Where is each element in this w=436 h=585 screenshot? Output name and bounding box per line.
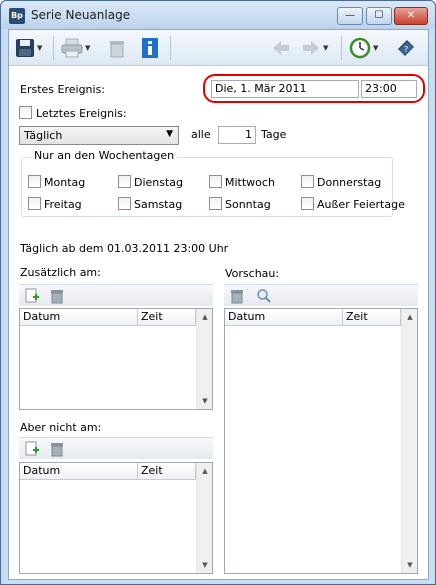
weekday-label: Donnerstag [317,176,382,189]
save-button[interactable]: ▼ [15,36,42,60]
column-header-datum[interactable]: Datum [20,309,138,326]
back-button[interactable] [271,36,291,60]
clock-button[interactable]: ▼ [349,36,378,60]
trash-icon[interactable] [49,441,65,457]
preview-title: Vorschau: [225,267,280,280]
toolbar-separator [53,36,54,60]
toolbar-separator [341,36,342,60]
additional-list[interactable]: Datum Zeit ▲ ▼ [19,308,213,410]
first-event-label: Erstes Ereignis: [20,83,106,96]
floppy-disk-icon [16,39,34,57]
scrollbar[interactable]: ▲ ▼ [196,463,212,573]
weekday-label: Montag [44,176,86,189]
forward-button[interactable]: ▼ [301,36,328,60]
scroll-up-icon[interactable]: ▲ [197,463,213,479]
weekday-label: Mittwoch [225,176,275,189]
delete-button[interactable] [108,36,126,60]
every-value-field[interactable]: 1 [218,126,256,144]
column-header-datum[interactable]: Datum [20,463,138,480]
except-toolbar [19,437,213,459]
clock-icon [349,37,371,59]
printer-icon [61,38,83,58]
toolbar-separator [170,36,171,60]
weekday-label: Dienstag [134,176,184,189]
help-book-icon: ? [398,40,414,56]
title-bar[interactable]: Bp Serie Neuanlage — ☐ ✕ [1,1,435,29]
scroll-up-icon[interactable]: ▲ [402,309,418,325]
print-button[interactable]: ▼ [61,36,90,60]
column-header-zeit[interactable]: Zeit [138,463,196,480]
arrow-left-icon [273,41,289,55]
trash-icon [110,41,124,58]
weekday-checkbox-dienstag[interactable] [118,175,131,188]
dialog-window: Bp Serie Neuanlage — ☐ ✕ ▼ ▼ ▼ ▼ ? Erste… [0,0,436,585]
chevron-down-icon: ▼ [373,44,379,52]
trash-icon[interactable] [229,288,245,304]
scroll-down-icon[interactable]: ▼ [197,557,213,573]
additional-toolbar [19,284,213,306]
weekday-label: Freitag [44,198,82,211]
column-header-datum[interactable]: Datum [225,309,343,326]
svg-text:?: ? [404,45,408,54]
weekday-checkbox-montag[interactable] [28,175,41,188]
weekday-checkbox-mittwoch[interactable] [209,175,222,188]
weekday-label: Sonntag [225,198,271,211]
chevron-down-icon: ▼ [37,44,43,52]
info-icon [142,38,158,58]
weekdays-group-title: Nur an den Wochentagen [31,149,178,162]
minimize-button[interactable]: — [337,7,363,25]
add-document-icon[interactable] [24,441,40,457]
scrollbar[interactable]: ▲ ▼ [196,309,212,409]
weekday-checkbox-freitag[interactable] [28,197,41,210]
toolbar: ▼ ▼ ▼ ▼ ? [9,30,428,66]
chevron-down-icon: ▼ [323,44,329,52]
chevron-down-icon: ▼ [85,44,91,52]
chevron-down-icon: ▼ [166,129,173,139]
additional-title: Zusätzlich am: [20,266,101,279]
unit-label: Tage [261,128,287,141]
preview-list[interactable]: Datum Zeit ▲ ▼ [224,308,418,574]
column-header-zeit[interactable]: Zeit [138,309,196,326]
weekday-checkbox-sonntag[interactable] [209,197,222,210]
highlight-annotation [203,74,425,103]
magnifier-icon[interactable] [256,288,272,304]
weekday-label: Außer Feiertage [317,198,405,211]
close-button[interactable]: ✕ [394,7,428,25]
recurrence-selected: Täglich [24,129,63,142]
weekday-checkbox-samstag[interactable] [118,197,131,210]
weekday-label: Samstag [134,198,183,211]
info-button[interactable] [140,36,160,60]
except-title: Aber nicht am: [20,421,102,434]
recurrence-select[interactable]: Täglich ▼ [19,126,179,145]
scrollbar[interactable]: ▲ ▼ [401,309,417,573]
scroll-down-icon[interactable]: ▼ [197,393,213,409]
column-header-zeit[interactable]: Zeit [343,309,401,326]
recurrence-summary: Täglich ab dem 01.03.2011 23:00 Uhr [20,242,229,255]
every-label: alle [191,128,211,141]
weekday-checkbox-ausser-feiertage[interactable] [301,197,314,210]
last-event-label: Letztes Ereignis: [36,107,127,120]
last-event-checkbox[interactable] [19,106,32,119]
except-list[interactable]: Datum Zeit ▲ ▼ [19,462,213,574]
add-document-icon[interactable] [24,288,40,304]
arrow-right-icon [303,41,319,55]
scroll-down-icon[interactable]: ▼ [402,557,418,573]
preview-toolbar [224,284,418,306]
scroll-up-icon[interactable]: ▲ [197,309,213,325]
dialog-client: ▼ ▼ ▼ ▼ ? Erstes Ereignis: Die, 1. Mär 2… [8,29,429,580]
window-title: Serie Neuanlage [31,8,131,22]
weekday-checkbox-donnerstag[interactable] [301,175,314,188]
maximize-button[interactable]: ☐ [366,7,392,25]
app-icon: Bp [9,8,25,24]
help-button[interactable]: ? [395,36,417,60]
trash-icon[interactable] [49,288,65,304]
